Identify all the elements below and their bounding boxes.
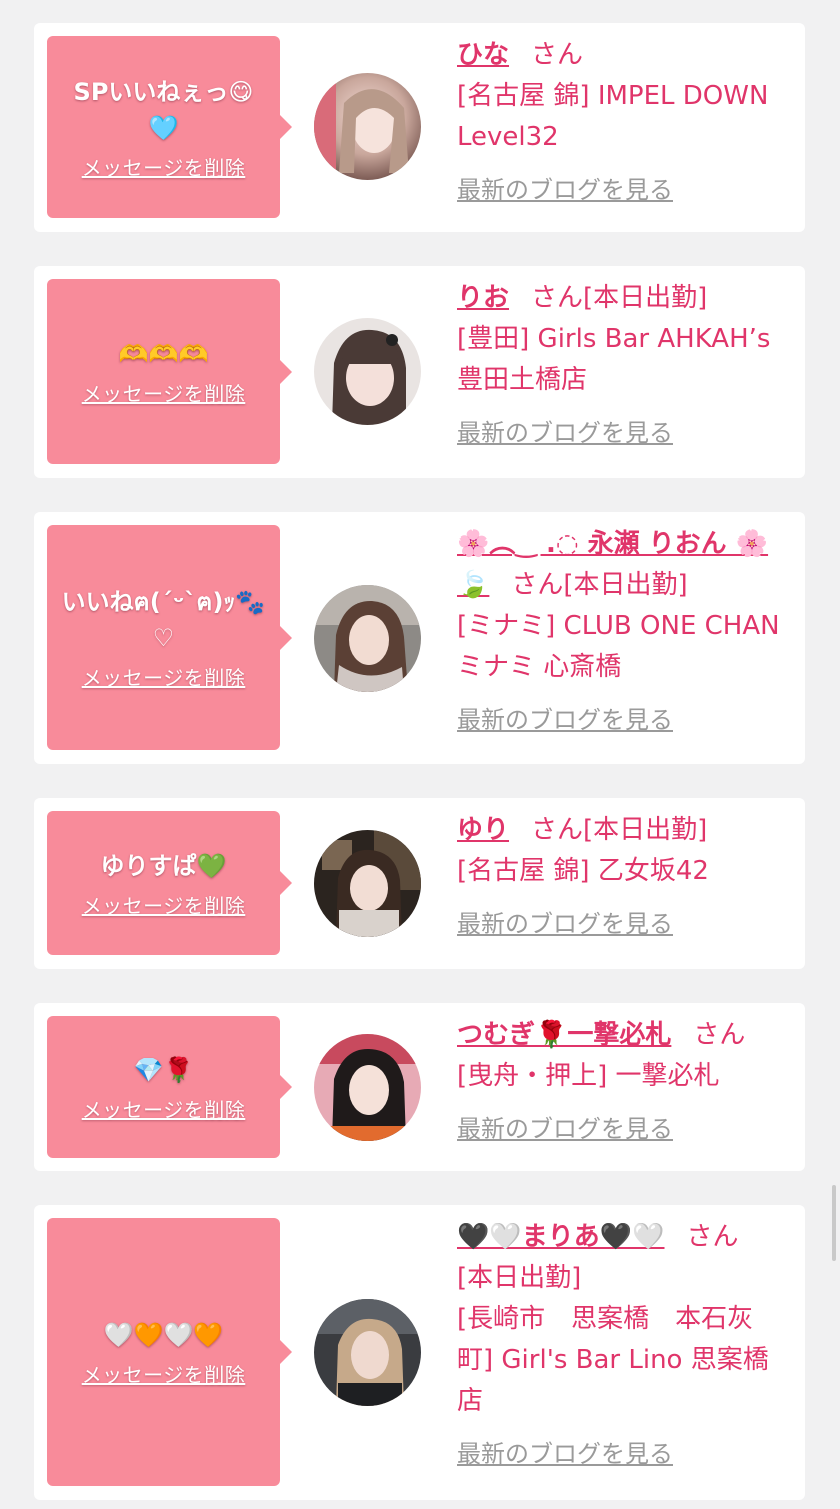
shop-name: [曳舟・押上] 一撃必札 xyxy=(457,1061,720,1091)
delete-message-link[interactable]: メッセージを削除 xyxy=(82,378,246,407)
message-text: 🤍🧡🤍🧡 xyxy=(103,1320,224,1349)
cast-name-link[interactable]: つむぎ🌹一撃必札 xyxy=(457,1020,671,1050)
message-text: 🫶🫶🫶 xyxy=(118,340,209,368)
cast-info: つむぎ🌹一撃必札 さん [曳舟・押上] 一撃必札 最新のブログを見る xyxy=(457,1015,787,1150)
list-item: SPいいねぇっ😋🩵 メッセージを削除 ひな さん [名古屋 錦] IMPEL DO… xyxy=(34,23,805,232)
scrollbar[interactable] xyxy=(832,1185,836,1261)
latest-blog-link[interactable]: 最新のブログを見る xyxy=(457,1109,673,1150)
honorific: さん xyxy=(531,283,584,313)
message-bubble: 🫶🫶🫶 メッセージを削除 xyxy=(47,279,292,464)
shop-name: [豊田] Girls Bar AHKAH’s 豊田土橋店 xyxy=(457,324,771,395)
message-text: いいねฅ(´ᵕ`ฅ)ｯ🐾♡ xyxy=(61,588,266,652)
cast-name-link[interactable]: ひな xyxy=(457,40,509,70)
message-bubble: 💎🌹 メッセージを削除 xyxy=(47,1016,292,1158)
delete-message-link[interactable]: メッセージを削除 xyxy=(82,152,246,181)
latest-blog-link[interactable]: 最新のブログを見る xyxy=(457,170,673,211)
message-text: 💎🌹 xyxy=(133,1055,194,1084)
message-bubble: ゆりすぱ💚 メッセージを削除 xyxy=(47,811,292,955)
shop-name: [長崎市 思案橋 本石灰町] Girl's Bar Lino 思案橋店 xyxy=(457,1304,769,1416)
message-bubble: いいねฅ(´ᵕ`ฅ)ｯ🐾♡ メッセージを削除 xyxy=(47,525,292,750)
shop-name: [名古屋 錦] IMPEL DOWN Level32 xyxy=(457,81,769,152)
avatar[interactable] xyxy=(314,1299,421,1406)
shop-name: [ミナミ] CLUB ONE CHAN ミナミ 心斎橋 xyxy=(457,611,780,682)
delete-message-link[interactable]: メッセージを削除 xyxy=(82,1094,246,1123)
message-text: ゆりすぱ💚 xyxy=(100,851,227,880)
honorific: さん xyxy=(686,1222,739,1252)
status-badge: [本日出勤] xyxy=(583,283,708,313)
honorific: さん xyxy=(693,1020,746,1050)
message-text: SPいいねぇっ😋🩵 xyxy=(73,77,254,142)
honorific: さん xyxy=(531,815,584,845)
latest-blog-link[interactable]: 最新のブログを見る xyxy=(457,413,673,454)
honorific: さん xyxy=(511,570,564,600)
latest-blog-link[interactable]: 最新のブログを見る xyxy=(457,1434,673,1475)
list-item: 🤍🧡🤍🧡 メッセージを削除 🖤🤍まりあ🖤🤍 さん [本日出勤] [長崎市 思案橋 … xyxy=(34,1205,805,1500)
latest-blog-link[interactable]: 最新のブログを見る xyxy=(457,904,673,945)
cast-name-link[interactable]: 🖤🤍まりあ🖤🤍 xyxy=(457,1222,665,1252)
avatar[interactable] xyxy=(314,1034,421,1141)
delete-message-link[interactable]: メッセージを削除 xyxy=(82,890,246,919)
shop-name: [名古屋 錦] 乙女坂42 xyxy=(457,856,709,886)
cast-info: 🖤🤍まりあ🖤🤍 さん [本日出勤] [長崎市 思案橋 本石灰町] Girl's B… xyxy=(457,1217,787,1475)
cast-info: りお さん[本日出勤] [豊田] Girls Bar AHKAH’s 豊田土橋店 … xyxy=(457,278,787,454)
message-list: SPいいねぇっ😋🩵 メッセージを削除 ひな さん [名古屋 錦] IMPEL DO… xyxy=(0,0,840,1509)
avatar[interactable] xyxy=(314,585,421,692)
message-bubble: 🤍🧡🤍🧡 メッセージを削除 xyxy=(47,1218,292,1486)
avatar[interactable] xyxy=(314,73,421,180)
honorific: さん xyxy=(531,40,584,70)
list-item: いいねฅ(´ᵕ`ฅ)ｯ🐾♡ メッセージを削除 🌸︵‿ .◌ 永瀬 りおん 🌸🍃 さ… xyxy=(34,512,805,764)
cast-name-link[interactable]: りお xyxy=(457,283,509,313)
avatar[interactable] xyxy=(314,830,421,937)
cast-info: 🌸︵‿ .◌ 永瀬 りおん 🌸🍃 さん[本日出勤] [ミナミ] CLUB ONE … xyxy=(457,524,787,741)
latest-blog-link[interactable]: 最新のブログを見る xyxy=(457,700,673,741)
delete-message-link[interactable]: メッセージを削除 xyxy=(82,1359,246,1388)
delete-message-link[interactable]: メッセージを削除 xyxy=(82,662,246,691)
status-badge: [本日出勤] xyxy=(457,1263,582,1293)
status-badge: [本日出勤] xyxy=(583,815,708,845)
list-item: 💎🌹 メッセージを削除 つむぎ🌹一撃必札 さん [曳舟・押上] 一撃必札 最新のブ… xyxy=(34,1003,805,1171)
status-badge: [本日出勤] xyxy=(563,570,688,600)
cast-info: ひな さん [名古屋 錦] IMPEL DOWN Level32 最新のブログを見… xyxy=(457,35,787,211)
list-item: ゆりすぱ💚 メッセージを削除 ゆり さん[本日出勤] [名古屋 錦] 乙女坂42 … xyxy=(34,798,805,969)
cast-info: ゆり さん[本日出勤] [名古屋 錦] 乙女坂42 最新のブログを見る xyxy=(457,810,787,945)
message-bubble: SPいいねぇっ😋🩵 メッセージを削除 xyxy=(47,36,292,218)
cast-name-link[interactable]: ゆり xyxy=(457,815,509,845)
avatar[interactable] xyxy=(314,318,421,425)
list-item: 🫶🫶🫶 メッセージを削除 りお さん[本日出勤] [豊田] Girls Bar A… xyxy=(34,266,805,478)
